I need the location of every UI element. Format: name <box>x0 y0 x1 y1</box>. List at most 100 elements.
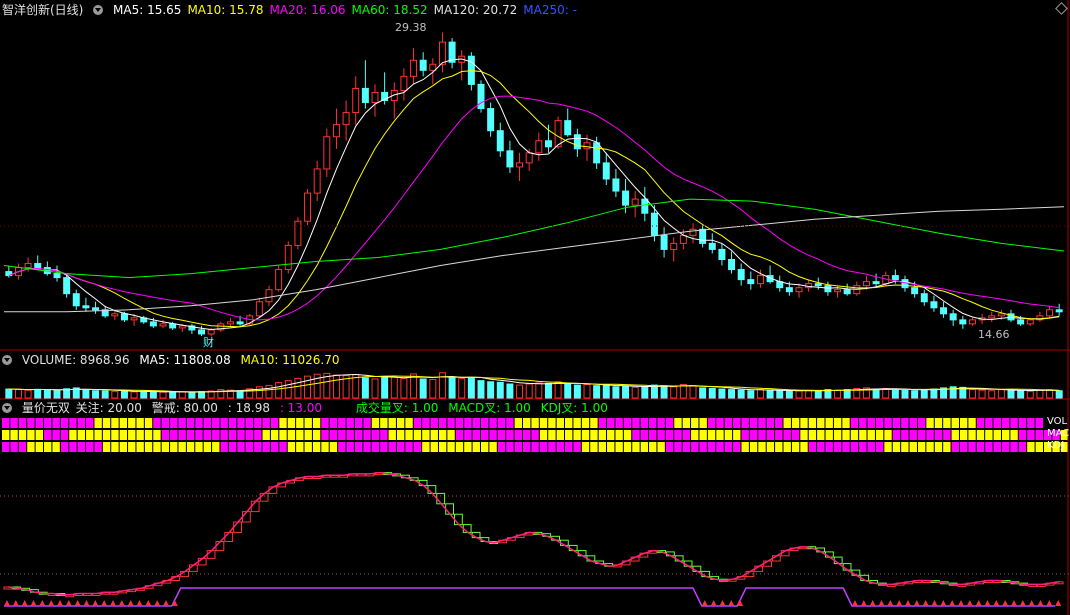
chart-canvas[interactable] <box>0 0 1070 615</box>
candle-up <box>178 325 186 329</box>
signal-cell <box>363 418 371 428</box>
signal-cell <box>371 418 380 428</box>
signal-cell <box>237 430 245 440</box>
signal-cell <box>396 442 405 452</box>
candle-up <box>284 244 292 271</box>
candle-up <box>834 289 842 293</box>
bottom-signal-line <box>4 587 1056 607</box>
volume-bar <box>24 389 32 399</box>
signal-cell <box>842 442 850 452</box>
signal-cell <box>926 418 934 428</box>
buy-marker <box>949 600 956 606</box>
signal-cell <box>363 430 371 440</box>
signal-cell <box>943 442 951 452</box>
volume-bar <box>371 378 379 399</box>
candle-down <box>824 285 832 293</box>
indicator-menu-icon[interactable] <box>2 403 12 413</box>
signal-cell <box>766 442 775 452</box>
volume-bar <box>1055 390 1063 399</box>
candle-down <box>169 323 177 329</box>
signal-cell <box>119 430 128 440</box>
signal-cell <box>279 442 287 452</box>
finance-marker-label[interactable]: 财 <box>203 334 214 350</box>
volume-bar <box>718 388 726 399</box>
volume-bar <box>140 390 148 399</box>
candle-down <box>82 305 90 309</box>
buy-marker <box>101 600 108 606</box>
signal-cell <box>691 442 699 452</box>
candle-up <box>795 287 803 293</box>
signal-cell <box>674 442 682 452</box>
signal-cell <box>136 442 144 452</box>
buy-marker <box>975 600 982 606</box>
buy-marker <box>940 600 947 606</box>
volume-bar <box>968 389 976 399</box>
buy-marker <box>966 600 973 606</box>
signal-cell <box>128 430 136 440</box>
volume-menu-icon[interactable] <box>2 355 12 365</box>
signal-cell <box>783 442 791 452</box>
signal-cell <box>430 418 438 428</box>
signal-cell <box>1018 442 1027 452</box>
signal-cell <box>985 442 993 452</box>
candle-down <box>708 242 716 250</box>
volume-bar <box>930 388 938 399</box>
volume-bar <box>776 390 784 399</box>
volume-bar <box>419 378 427 399</box>
signal-cell <box>480 418 489 428</box>
signal-cell <box>60 430 69 440</box>
signal-cell <box>10 418 18 428</box>
signal-cell <box>699 418 707 428</box>
signal-cell <box>86 430 94 440</box>
volume-bar <box>631 386 639 399</box>
signal-cell <box>539 418 548 428</box>
candle-down <box>92 307 100 311</box>
volume-bar <box>872 388 880 399</box>
signal-cell <box>270 442 279 452</box>
signal-cell <box>329 418 338 428</box>
signal-cell <box>691 418 699 428</box>
signal-cell <box>86 442 94 452</box>
signal-cell <box>1027 430 1035 440</box>
signal-cell <box>52 442 60 452</box>
signal-cell <box>649 442 657 452</box>
signal-cell <box>607 442 615 452</box>
signal-cell <box>296 430 304 440</box>
signal-cell <box>44 418 52 428</box>
buy-marker <box>1019 600 1026 606</box>
volume-bar <box>43 389 51 399</box>
indicator-value-1: : 18.98 <box>227 401 270 415</box>
signal-cell <box>422 418 430 428</box>
volume-bar <box>390 376 398 399</box>
buy-marker <box>984 600 991 606</box>
candle-up <box>429 63 437 71</box>
signal-cell <box>52 418 60 428</box>
signal-cell <box>60 442 69 452</box>
signal-cell <box>875 418 884 428</box>
candle-down <box>911 287 919 295</box>
signal-cell <box>472 418 480 428</box>
signal-cell <box>926 430 934 440</box>
signal-cell <box>405 442 413 452</box>
signal-cell <box>1010 418 1018 428</box>
signal-cell <box>825 430 833 440</box>
signal-cell <box>447 418 455 428</box>
volume-bar <box>92 390 100 399</box>
signal-cell <box>901 418 909 428</box>
signal-cell <box>220 430 228 440</box>
candle-down <box>1055 309 1063 313</box>
candle-layer <box>5 32 1063 336</box>
signal-cell <box>951 418 959 428</box>
signal-cell <box>917 418 926 428</box>
price-menu-icon[interactable] <box>93 5 104 15</box>
volume-bar <box>198 391 206 399</box>
signal-cell <box>556 430 565 440</box>
signal-cell <box>657 442 665 452</box>
volume-bar <box>920 389 928 399</box>
signal-cell <box>590 418 598 428</box>
volume-bar <box>169 391 177 399</box>
candle-down <box>573 134 581 150</box>
signal-cell <box>1001 430 1010 440</box>
signal-cell <box>976 442 985 452</box>
buy-marker <box>110 600 116 606</box>
